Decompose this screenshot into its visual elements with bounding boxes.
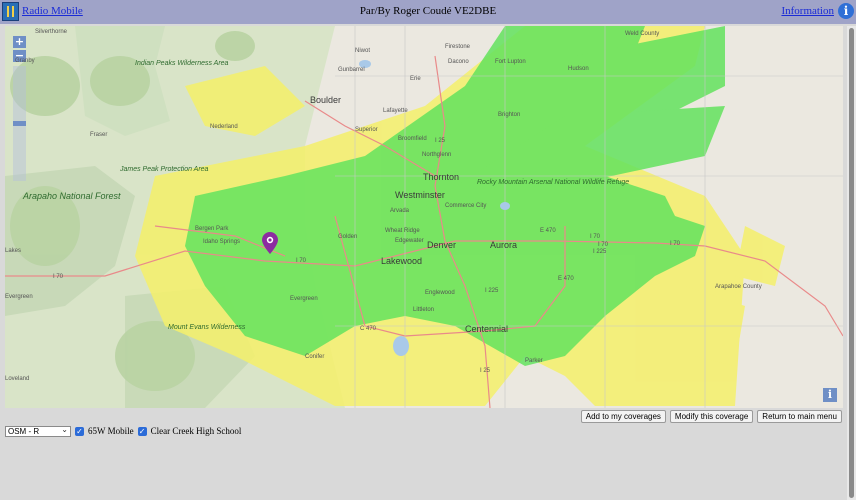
add-to-my-coverages-button[interactable]: Add to my coverages [580, 410, 666, 423]
map-label: Indian Peaks Wilderness Area [135, 60, 229, 67]
map-label: Englewood [425, 290, 455, 296]
map-label: Idaho Springs [203, 239, 241, 245]
map-label: I 70 [598, 242, 609, 248]
map-label: Arapahoe County [715, 284, 762, 290]
layer-controls: OSM - R ✓ 65W Mobile ✓ Clear Creek High … [5, 424, 241, 438]
map-label: I 25 [480, 368, 491, 374]
map-label: Northglenn [422, 152, 452, 158]
map-label: Centennial [465, 324, 509, 334]
map-label: Aurora [490, 240, 518, 250]
map-label: I 70 [296, 258, 307, 264]
map-label: Commerce City [445, 203, 487, 209]
map-label: Fraser [90, 132, 108, 138]
map-label: Dacono [448, 59, 469, 65]
map-label: Gunbarrel [338, 67, 365, 73]
map-label: I 25 [435, 138, 446, 144]
zoom-in-button[interactable]: + [13, 36, 26, 48]
top-bar: Radio Mobile Par/By Roger Coudé VE2DBE I… [0, 0, 856, 24]
map-label: I 70 [670, 241, 681, 247]
map-label: Evergreen [290, 296, 318, 302]
map-label: Westminster [395, 190, 445, 200]
layer1-checkbox[interactable]: ✓ [75, 426, 84, 436]
map-label: Boulder [310, 95, 342, 105]
map-label: Thornton [423, 172, 460, 182]
map-label: James Peak Protection Area [120, 166, 209, 173]
map-label: Fort Lupton [495, 59, 526, 65]
map-label: Lafayette [383, 108, 408, 114]
layer1-label: 65W Mobile [88, 426, 134, 436]
map-style-select[interactable]: OSM - R [5, 425, 71, 437]
map-label: Arapaho National Forest [23, 191, 121, 201]
map-label: Denver [427, 240, 457, 250]
map-label: Conifer [305, 354, 325, 360]
map-label: Loveland [5, 376, 30, 382]
map-label: Arvada [390, 208, 410, 214]
return-main-menu-button[interactable]: Return to main menu [757, 410, 842, 423]
map-label: Niwot [355, 48, 371, 54]
map-canvas [5, 26, 843, 408]
map-label: Wheat Ridge [385, 228, 420, 234]
map-label: Brighton [498, 112, 521, 118]
map-label: Rocky Mountain Arsenal National Wildlife… [477, 179, 629, 186]
map-label: Erie [410, 76, 421, 82]
scrollbar-thumb[interactable] [849, 28, 854, 498]
map-label: Firestone [445, 44, 471, 50]
map-label: I 225 [485, 288, 499, 294]
map-label: I 225 [593, 249, 607, 255]
map-label: I 70 [590, 234, 601, 240]
modify-coverage-button[interactable]: Modify this coverage [669, 410, 754, 423]
layer2-checkbox[interactable]: ✓ [137, 426, 147, 436]
map-label: Superior [355, 127, 378, 133]
zoom-slider[interactable] [13, 66, 26, 181]
map-label: Hudson [568, 66, 589, 72]
zoom-slider-handle[interactable] [13, 121, 26, 126]
page-title: Par/By Roger Coudé VE2DBE [359, 5, 497, 17]
map-label: C 470 [360, 326, 377, 332]
coverage-actions: Add to my coverages Modify this coverage… [580, 410, 842, 423]
information-link[interactable]: Information [781, 5, 834, 17]
map-label: Weld County [625, 31, 660, 37]
info-circle-icon[interactable]: i [838, 3, 854, 19]
map-label: Lakes [5, 248, 22, 254]
map-label: Granby [15, 58, 35, 64]
map-label: Edgewater [395, 238, 424, 244]
map-label: Broomfield [398, 136, 427, 142]
map-label: Golden [338, 234, 358, 240]
layer2-label: Clear Creek High School [150, 426, 242, 436]
coverage-map[interactable]: + − Silverthorne Granby Indian Peaks Wil… [5, 26, 843, 408]
map-label: Lakewood [381, 256, 423, 266]
page-scrollbar[interactable] [847, 26, 856, 500]
map-label: Bergen Park [195, 226, 229, 232]
map-label: Nederland [210, 124, 238, 130]
map-label: Parker [525, 358, 543, 364]
map-label: E 470 [540, 228, 556, 234]
map-label: E 470 [558, 276, 574, 282]
map-label: Silverthorne [35, 29, 68, 35]
map-label: I 70 [53, 274, 64, 280]
map-attribution-button[interactable]: i [823, 388, 837, 402]
map-label: Mount Evans Wilderness [168, 324, 246, 331]
map-label: Littleton [413, 307, 435, 313]
map-label: Evergreen [5, 294, 33, 300]
